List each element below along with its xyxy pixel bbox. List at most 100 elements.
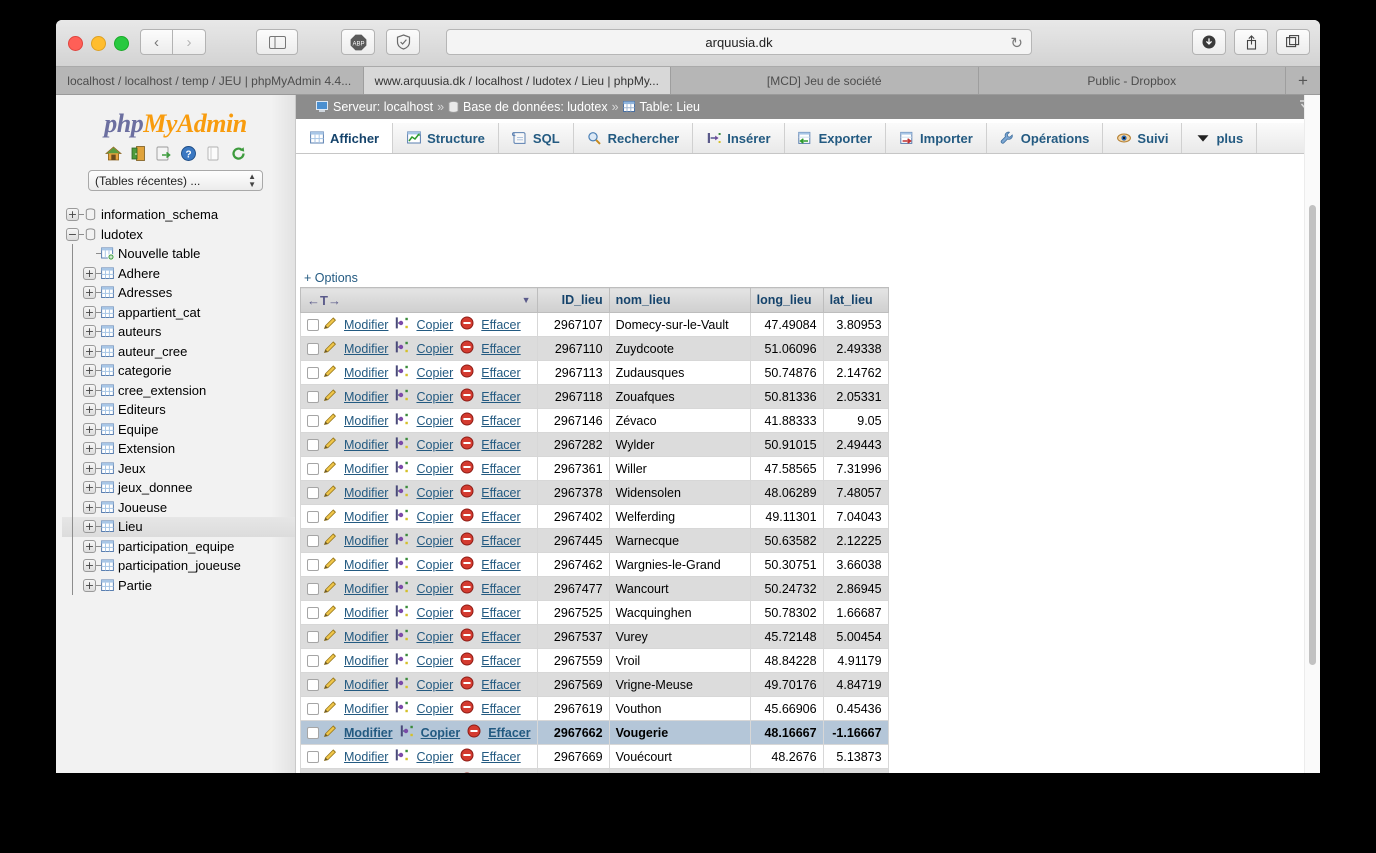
edit-icon[interactable] xyxy=(323,316,337,333)
edit-link[interactable]: Modifier xyxy=(344,606,388,620)
browser-tab-2[interactable]: www.arquusia.dk / localhost / ludotex / … xyxy=(363,67,671,94)
cell-lat-lieu[interactable]: 4.84719 xyxy=(822,672,889,697)
cell-lat-lieu[interactable]: 3.89681 xyxy=(822,768,889,773)
table-row[interactable]: Modifier Copier Effacer 2967361 Willer 47.585… xyxy=(300,456,889,481)
edit-icon[interactable] xyxy=(323,652,337,669)
forward-button[interactable]: › xyxy=(173,29,206,55)
edit-link[interactable]: Modifier xyxy=(344,390,388,404)
copy-icon[interactable] xyxy=(400,724,414,741)
minimize-window-button[interactable] xyxy=(91,36,106,51)
cell-id-lieu[interactable]: 2967107 xyxy=(536,312,610,337)
edit-link[interactable]: Modifier xyxy=(344,582,388,596)
cell-id-lieu[interactable]: 2967619 xyxy=(536,696,610,721)
table-row[interactable]: Modifier Copier Effacer 2967146 Zévaco 41.883… xyxy=(300,408,889,433)
copy-icon[interactable] xyxy=(395,532,409,549)
cell-nom-lieu[interactable]: Vrigne-Meuse xyxy=(608,672,751,697)
row-checkbox[interactable] xyxy=(307,654,319,667)
adblock-icon[interactable]: ABP xyxy=(341,29,375,55)
tree-item-adresses[interactable]: + Adresses xyxy=(62,283,295,303)
cell-nom-lieu[interactable]: Domecy-sur-le-Vault xyxy=(608,312,751,337)
delete-link[interactable]: Effacer xyxy=(481,678,520,692)
edit-link[interactable]: Modifier xyxy=(344,534,388,548)
tree-item-partie[interactable]: + Partie xyxy=(62,575,295,595)
cell-lat-lieu[interactable]: 7.31996 xyxy=(822,456,889,481)
downloads-button[interactable] xyxy=(1192,29,1226,55)
cell-lat-lieu[interactable]: 0.45436 xyxy=(822,696,889,721)
copy-link[interactable]: Copier xyxy=(416,750,453,764)
delete-link[interactable]: Effacer xyxy=(481,582,520,596)
tree-item-auteur-cree[interactable]: + auteur_cree xyxy=(62,341,295,361)
delete-link[interactable]: Effacer xyxy=(481,486,520,500)
tree-item-nouvelle-table[interactable]: Nouvelle table xyxy=(62,244,295,264)
delete-link[interactable]: Effacer xyxy=(481,606,520,620)
delete-icon[interactable] xyxy=(460,316,474,333)
cell-long-lieu[interactable]: 50.63582 xyxy=(749,528,824,553)
copy-icon[interactable] xyxy=(395,316,409,333)
edit-link[interactable]: Modifier xyxy=(344,558,388,572)
tree-expander[interactable]: + xyxy=(83,286,96,300)
table-row[interactable]: Modifier Copier Effacer 2967569 Vrigne-Meuse… xyxy=(300,672,889,697)
tree-item-lieu[interactable]: + Lieu xyxy=(62,517,295,537)
table-row[interactable]: Modifier Copier Effacer 2967662 Vougerie 48.1… xyxy=(300,720,889,745)
tree-item-appartient-cat[interactable]: + appartient_cat xyxy=(62,302,295,322)
copy-link[interactable]: Copier xyxy=(416,366,453,380)
row-checkbox[interactable] xyxy=(307,630,319,643)
nav-tab-op-rations[interactable]: Opérations xyxy=(986,123,1104,153)
tree-item-participation-joueuse[interactable]: + participation_joueuse xyxy=(62,556,295,576)
cell-lat-lieu[interactable]: 7.04043 xyxy=(822,504,889,529)
row-checkbox[interactable] xyxy=(307,366,319,379)
cell-lat-lieu[interactable]: 4.91179 xyxy=(822,648,889,673)
table-row[interactable]: Modifier Copier Effacer 2967525 Wacquinghen 5… xyxy=(300,600,889,625)
edit-link[interactable]: Modifier xyxy=(344,726,393,740)
cell-long-lieu[interactable]: 41.88333 xyxy=(749,408,824,433)
cell-nom-lieu[interactable]: Warnecque xyxy=(608,528,751,553)
edit-link[interactable]: Modifier xyxy=(344,750,388,764)
edit-icon[interactable] xyxy=(323,340,337,357)
tree-expander[interactable]: + xyxy=(83,325,96,339)
copy-link[interactable]: Copier xyxy=(416,510,453,524)
breadcrumb-database[interactable]: Base de données: ludotex xyxy=(463,100,608,114)
cell-id-lieu[interactable]: 2967525 xyxy=(536,600,610,625)
cell-nom-lieu[interactable]: Zudausques xyxy=(608,360,751,385)
row-checkbox[interactable] xyxy=(307,486,319,499)
tree-item-jeux[interactable]: + Jeux xyxy=(62,458,295,478)
tree-item-equipe[interactable]: + Equipe xyxy=(62,419,295,439)
cell-lat-lieu[interactable]: 7.48057 xyxy=(822,480,889,505)
copy-link[interactable]: Copier xyxy=(416,390,453,404)
delete-icon[interactable] xyxy=(460,772,474,773)
help-icon[interactable]: ? xyxy=(180,145,197,162)
edit-icon[interactable] xyxy=(323,772,337,773)
copy-link[interactable]: Copier xyxy=(416,678,453,692)
copy-icon[interactable] xyxy=(395,484,409,501)
edit-link[interactable]: Modifier xyxy=(344,414,388,428)
cell-lat-lieu[interactable]: 5.00454 xyxy=(822,624,889,649)
delete-icon[interactable] xyxy=(460,652,474,669)
delete-link[interactable]: Effacer xyxy=(481,750,520,764)
edit-link[interactable]: Modifier xyxy=(344,702,388,716)
tree-expander[interactable]: + xyxy=(83,305,96,319)
tree-item-participation-equipe[interactable]: + participation_equipe xyxy=(62,536,295,556)
browser-tab-4[interactable]: Public - Dropbox xyxy=(978,67,1286,94)
copy-link[interactable]: Copier xyxy=(421,726,461,740)
delete-icon[interactable] xyxy=(460,340,474,357)
edit-link[interactable]: Modifier xyxy=(344,654,388,668)
reload-icon[interactable]: ↻ xyxy=(1010,34,1023,52)
cell-long-lieu[interactable]: 50.24732 xyxy=(749,576,824,601)
tree-expander[interactable]: + xyxy=(83,422,96,436)
table-row[interactable]: Modifier Copier Effacer 2967445 Warnecque 50.… xyxy=(300,528,889,553)
cell-id-lieu[interactable]: 2967462 xyxy=(536,552,610,577)
cell-long-lieu[interactable]: 48.06289 xyxy=(749,480,824,505)
browser-tab-1[interactable]: localhost / localhost / temp / JEU | php… xyxy=(56,67,364,94)
delete-icon[interactable] xyxy=(460,484,474,501)
copy-icon[interactable] xyxy=(395,628,409,645)
delete-link[interactable]: Effacer xyxy=(481,702,520,716)
cell-nom-lieu[interactable]: Vouarces xyxy=(608,768,751,773)
cell-nom-lieu[interactable]: Wargnies-le-Grand xyxy=(608,552,751,577)
reload-icon[interactable] xyxy=(230,145,247,162)
delete-link[interactable]: Effacer xyxy=(481,630,520,644)
copy-link[interactable]: Copier xyxy=(416,438,453,452)
edit-icon[interactable] xyxy=(323,412,337,429)
edit-icon[interactable] xyxy=(323,508,337,525)
delete-icon[interactable] xyxy=(460,436,474,453)
browser-tab-3[interactable]: [MCD] Jeu de société xyxy=(671,67,979,94)
